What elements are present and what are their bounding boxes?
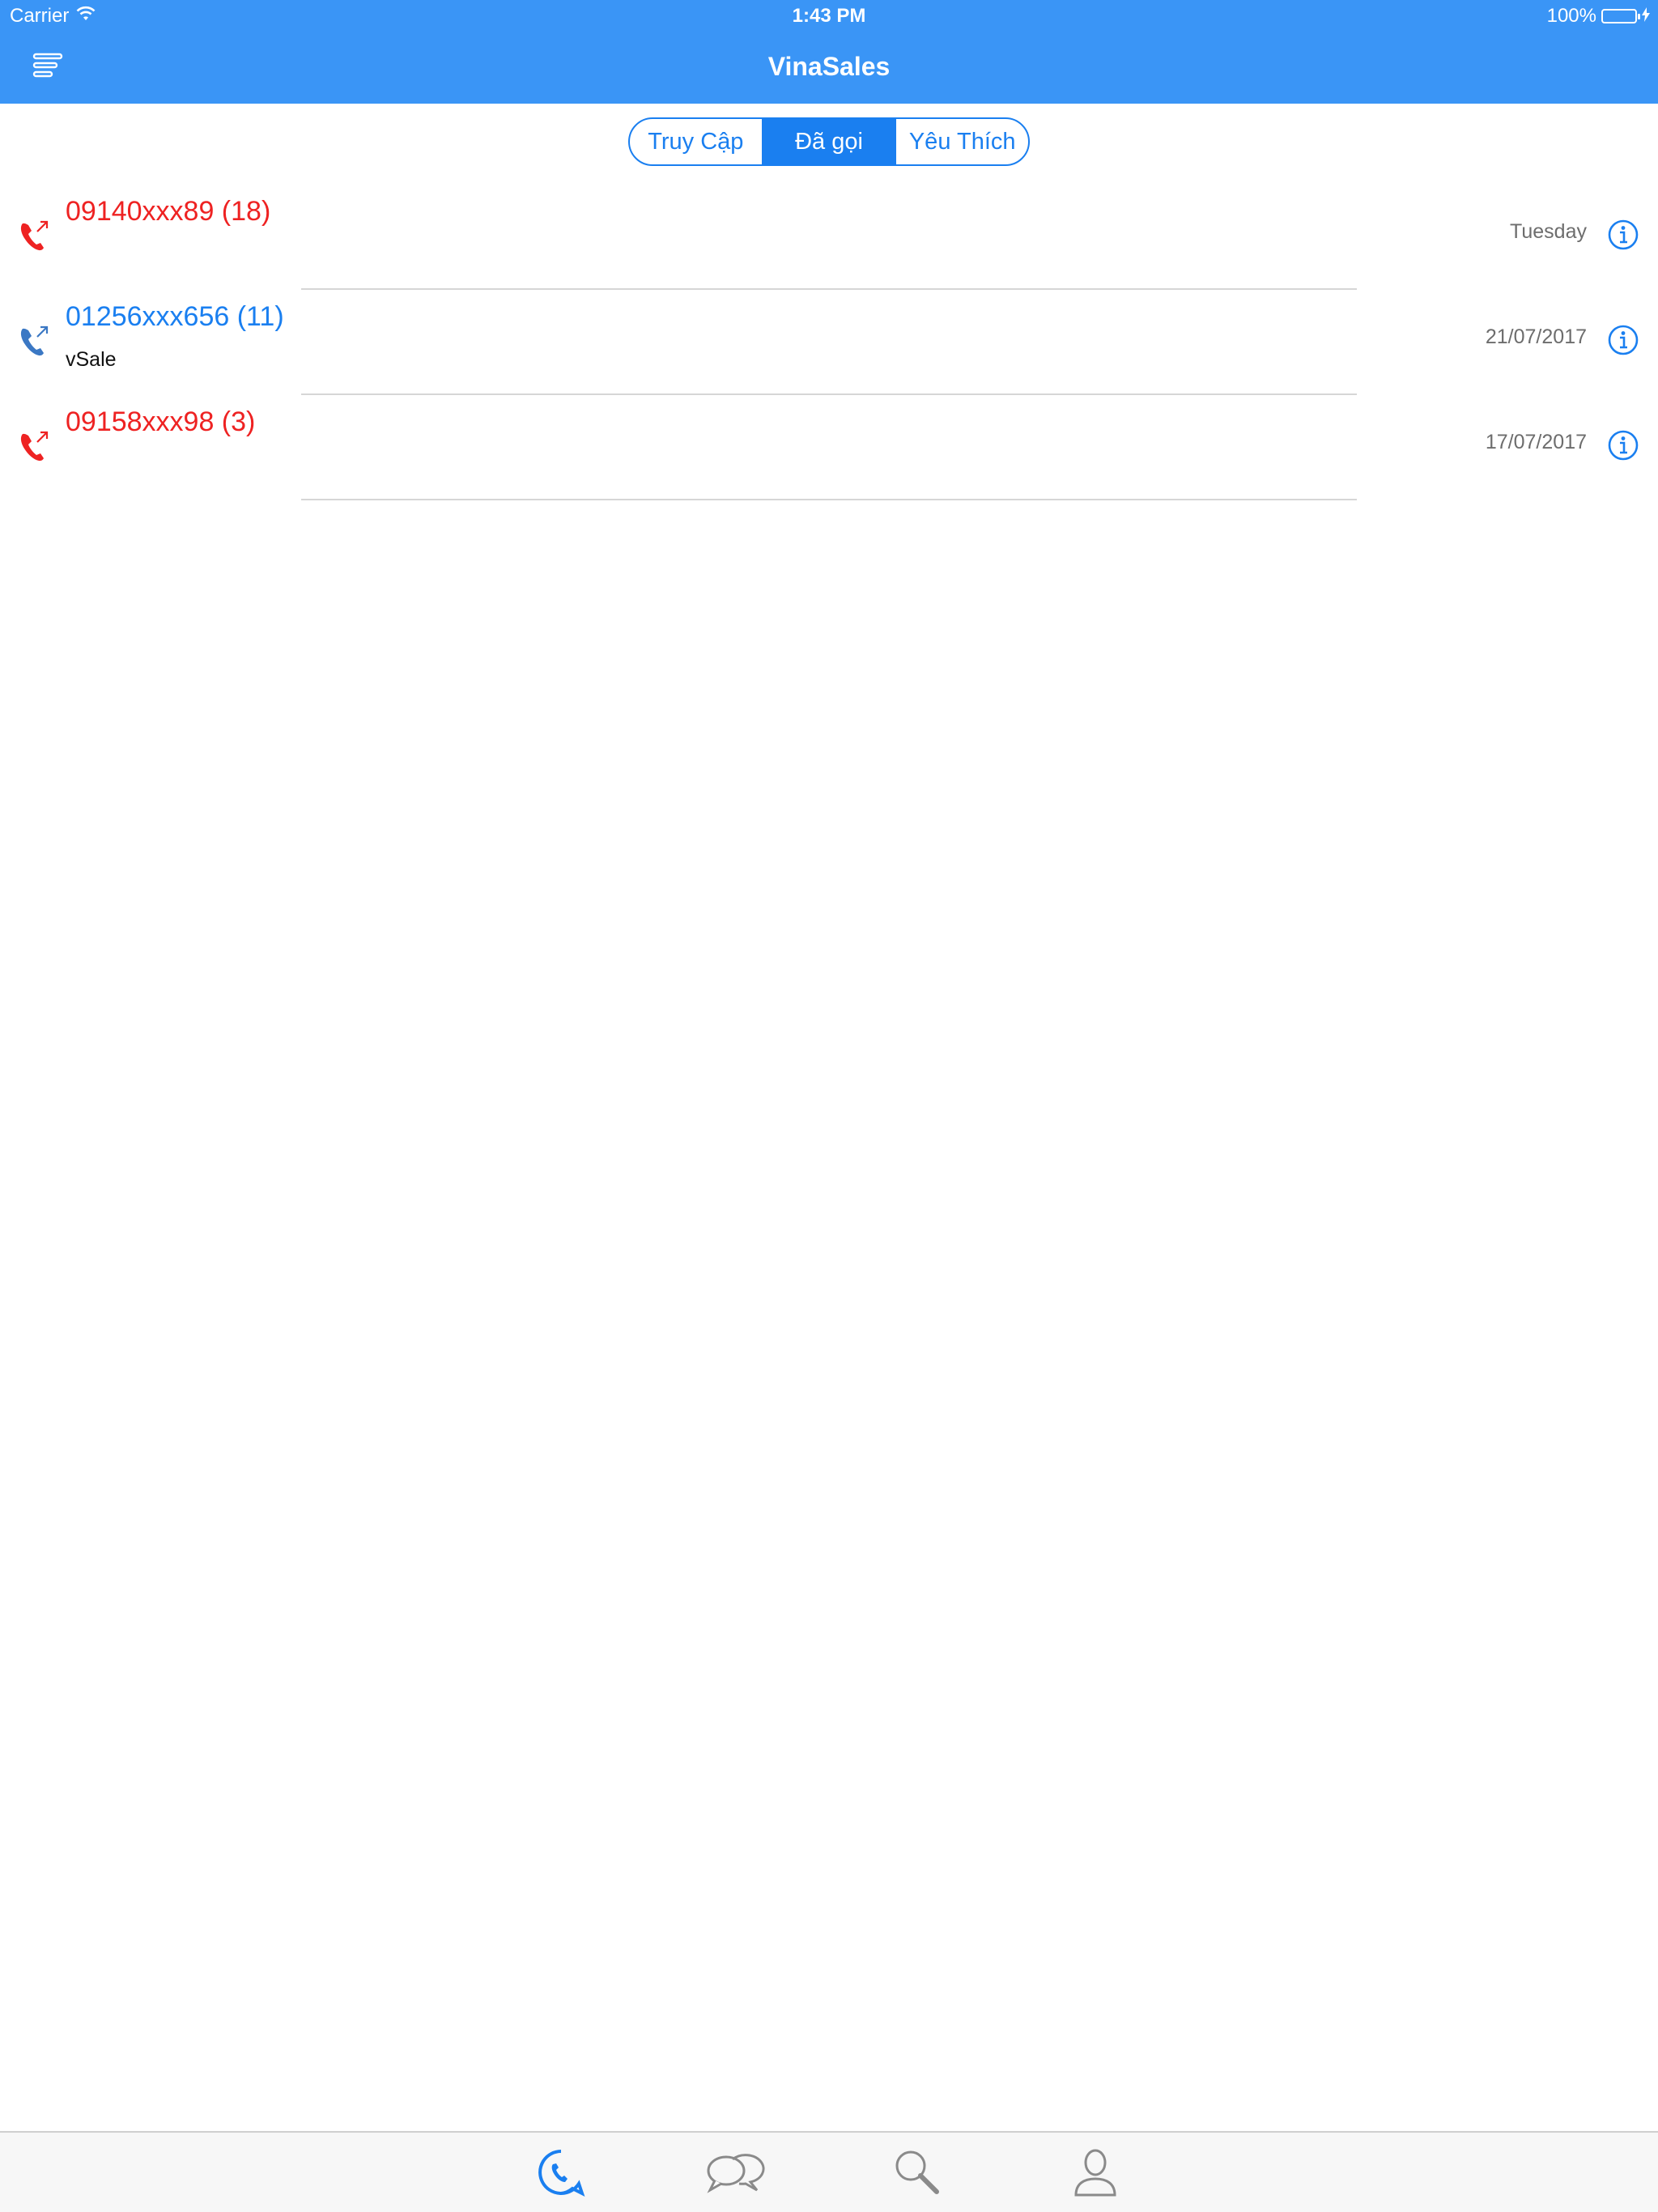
tab-call-history[interactable] xyxy=(534,2147,588,2201)
segment-truy-cap[interactable]: Truy Cập xyxy=(630,119,762,164)
row-divider xyxy=(301,499,1357,500)
app-screen: Carrier 1:43 PM 100% VinaSales Truy Cập … xyxy=(0,0,1658,2212)
call-subtitle: vSale xyxy=(66,348,117,371)
info-icon[interactable] xyxy=(1607,324,1639,356)
call-number: 09158xxx98 (3) xyxy=(66,406,256,437)
battery-indicator: 100% xyxy=(1547,5,1650,28)
navigation-bar: VinaSales xyxy=(0,32,1658,104)
outgoing-call-icon xyxy=(16,321,52,359)
top-bar: Carrier 1:43 PM 100% VinaSales xyxy=(0,0,1658,104)
outgoing-call-icon xyxy=(16,426,52,465)
battery-icon xyxy=(1601,9,1640,23)
call-date: 17/07/2017 xyxy=(1485,431,1587,453)
battery-percent: 100% xyxy=(1546,5,1596,27)
call-date: 21/07/2017 xyxy=(1485,325,1587,348)
tab-bar xyxy=(0,2131,1658,2212)
tab-profile[interactable] xyxy=(1069,2147,1122,2201)
call-row[interactable]: 09158xxx98 (3) 17/07/2017 xyxy=(0,395,1658,500)
user-profile-icon xyxy=(1073,2146,1118,2202)
info-icon[interactable] xyxy=(1607,429,1639,462)
call-history-icon xyxy=(535,2146,587,2202)
chat-bubbles-icon xyxy=(704,2146,768,2202)
tab-messages[interactable] xyxy=(707,2147,765,2201)
page-title: VinaSales xyxy=(767,52,891,81)
charging-bolt-icon xyxy=(1642,5,1650,28)
segment-da-goi[interactable]: Đã gọi xyxy=(761,119,895,164)
call-filter-segmented-control: Truy Cập Đã gọi Yêu Thích xyxy=(628,117,1030,166)
status-time: 1:43 PM xyxy=(792,5,866,27)
call-row[interactable]: 09140xxx89 (18) Tuesday xyxy=(0,185,1658,290)
tab-search[interactable] xyxy=(891,2147,944,2201)
search-icon xyxy=(891,2146,943,2202)
segment-yeu-thich[interactable]: Yêu Thích xyxy=(895,119,1028,164)
call-number: 09140xxx89 (18) xyxy=(66,196,271,227)
outgoing-call-icon xyxy=(16,215,52,254)
call-date: Tuesday xyxy=(1510,220,1587,243)
info-icon[interactable] xyxy=(1607,219,1639,251)
status-bar: Carrier 1:43 PM 100% xyxy=(0,0,1658,32)
call-row[interactable]: 01256xxx656 (11) vSale 21/07/2017 xyxy=(0,290,1658,395)
call-number: 01256xxx656 (11) xyxy=(66,301,284,332)
